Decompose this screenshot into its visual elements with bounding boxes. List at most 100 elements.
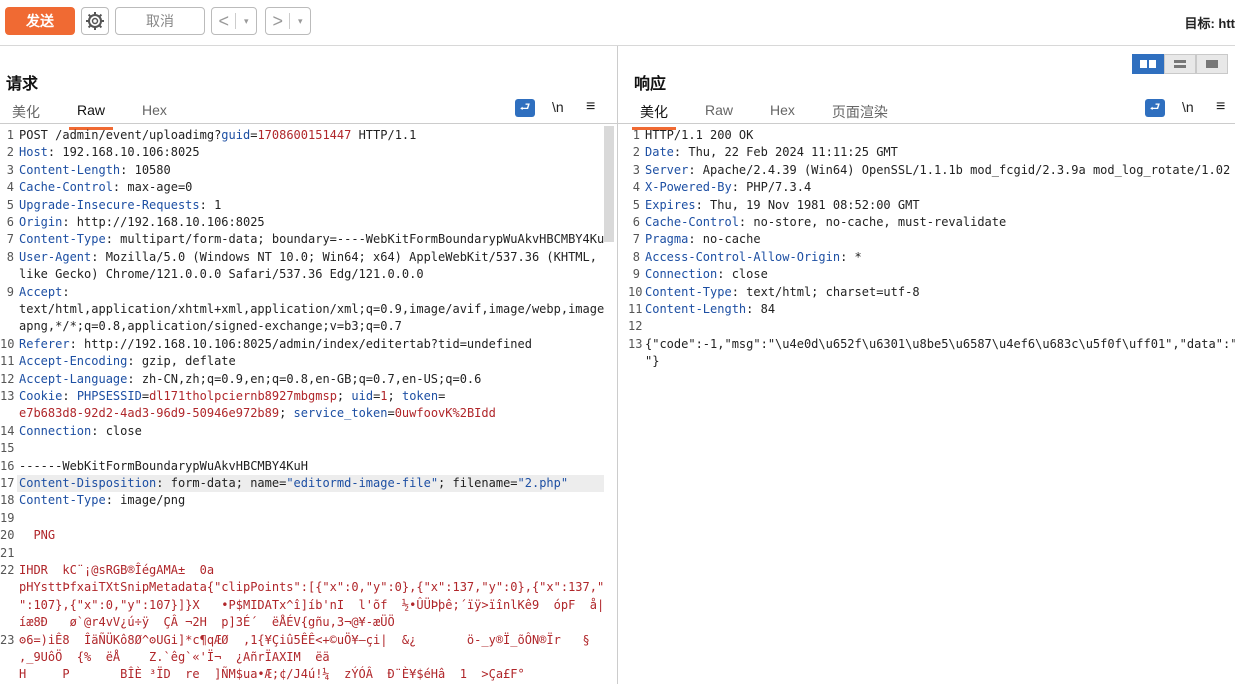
code-text: HTTP/1.1 bbox=[351, 128, 417, 142]
code-text: : text/html; charset=utf-8 bbox=[731, 284, 920, 299]
forward-arrow-icon[interactable]: > bbox=[266, 11, 289, 32]
code-line[interactable]: Content-Disposition: form-data; name="ed… bbox=[19, 475, 568, 492]
code-line[interactable]: User-Agent: Mozilla/5.0 (Windows NT 10.0… bbox=[19, 249, 597, 266]
code-line[interactable]: Upgrade-Insecure-Requests: 1 bbox=[19, 197, 221, 214]
code-line[interactable]: Content-Length: 84 bbox=[645, 301, 775, 318]
code-line[interactable]: HTTP/1.1 200 OK bbox=[645, 127, 753, 144]
layout-side-by-side-icon[interactable] bbox=[1132, 54, 1164, 74]
code-line[interactable]: ʘ6=)iÊ8 ÎäÑÜKô8Ø^ʘUGi]*c¶qÆØ ,1{¥Çiû5ÊÊ<… bbox=[19, 632, 590, 649]
code-line[interactable]: Content-Length: 10580 bbox=[19, 162, 171, 179]
request-wrap-icon[interactable]: ⮐ bbox=[515, 99, 535, 117]
code-text: : 1 bbox=[199, 197, 222, 212]
code-line[interactable]: {"code":-1,"msg":"\u4e0d\u652f\u6301\u8b… bbox=[645, 336, 1235, 353]
code-line[interactable]: text/html,application/xhtml+xml,applicat… bbox=[19, 301, 604, 318]
request-scrollbar[interactable] bbox=[604, 126, 614, 242]
code-text: : * bbox=[840, 249, 862, 264]
code-line[interactable]: Host: 192.168.10.106:8025 bbox=[19, 144, 200, 161]
back-dropdown-icon[interactable]: ▾ bbox=[236, 16, 256, 27]
header-name: Accept-Encoding bbox=[19, 354, 128, 369]
code-line[interactable]: ,_9UôÖ {% ëÅ Z.`êg`«'Ï¬ ¿AñrÏAXIM ëä bbox=[19, 649, 330, 666]
request-newline-icon[interactable]: \n bbox=[552, 99, 564, 115]
send-button[interactable]: 发送 bbox=[5, 7, 75, 35]
code-line[interactable]: Content-Type: image/png bbox=[19, 492, 185, 509]
code-line[interactable]: X-Powered-By: PHP/7.3.4 bbox=[645, 179, 811, 196]
code-line[interactable]: Referer: http://192.168.10.106:8025/admi… bbox=[19, 336, 532, 353]
code-line[interactable]: Date: Thu, 22 Feb 2024 11:11:25 GMT bbox=[645, 144, 898, 161]
code-text: ; filename= bbox=[438, 476, 518, 490]
code-text: : close bbox=[91, 423, 142, 438]
code-line[interactable]: POST /admin/event/uploadimg?guid=1708600… bbox=[19, 127, 416, 144]
line-number: 1 bbox=[632, 128, 640, 142]
target-label[interactable]: 目标: htt bbox=[1184, 13, 1235, 32]
line-number: 9 bbox=[632, 267, 640, 282]
code-line[interactable]: PNG bbox=[19, 527, 55, 544]
line-number: 6 bbox=[6, 215, 14, 229]
request-menu-icon[interactable]: ≡ bbox=[586, 98, 595, 116]
code-line[interactable]: Connection: close bbox=[645, 266, 768, 283]
code-line[interactable]: Content-Type: multipart/form-data; bound… bbox=[19, 231, 604, 248]
line-number: 13 bbox=[0, 389, 15, 403]
code-line[interactable]: ":107},{"x":0,"y":107}]}X •P$MIDATx^î]íb… bbox=[19, 597, 604, 614]
code-line[interactable]: like Gecko) Chrome/121.0.0.0 Safari/537.… bbox=[19, 266, 424, 283]
code-line[interactable]: Accept-Language: zh-CN,zh;q=0.9,en;q=0.8… bbox=[19, 371, 481, 388]
line-number: 18 bbox=[0, 493, 15, 508]
code-line[interactable]: H P BÎÈ ³ÏD re ]ÑM$ua•Æ;¢/J4ú!¼ zÝÓÂ Ð¨È… bbox=[19, 666, 525, 683]
response-editor[interactable]: 1 HTTP/1.1 200 OK 2 Date: Thu, 22 Feb 2024 … bbox=[628, 127, 1235, 684]
back-nav[interactable]: < ▾ bbox=[211, 7, 257, 35]
code-line[interactable]: Content-Type: text/html; charset=utf-8 bbox=[645, 284, 920, 301]
line-number: 15 bbox=[0, 441, 15, 456]
code-line[interactable]: Origin: http://192.168.10.106:8025 bbox=[19, 214, 265, 231]
line-number: 7 bbox=[6, 232, 14, 247]
code-line[interactable]: Cookie: PHPSESSID=dl171tholpciernb8927mb… bbox=[19, 388, 445, 405]
forward-dropdown-icon[interactable]: ▾ bbox=[290, 16, 310, 27]
code-line[interactable]: Accept-Encoding: gzip, deflate bbox=[19, 353, 236, 370]
code-line[interactable]: Accept: bbox=[19, 284, 70, 301]
code-line[interactable]: Access-Control-Allow-Origin: * bbox=[645, 249, 862, 266]
code-line[interactable]: pHYsttÞfxaiTXtSnipMetadata{"clipPoints":… bbox=[19, 579, 604, 596]
highlighted-value: 1708600151447 bbox=[257, 128, 352, 142]
layout-stacked-icon[interactable] bbox=[1164, 54, 1196, 74]
pane-divider[interactable] bbox=[617, 46, 618, 684]
code-line[interactable]: íæ8Ð ø`@r4vV¿ú÷ÿ ÇÂ ¬2H p]3É´ ëÅÉV{gñu,3… bbox=[19, 614, 395, 631]
code-line[interactable]: Connection: close bbox=[19, 423, 142, 440]
request-editor[interactable]: 1 POST /admin/event/uploadimg?guid=170860… bbox=[0, 127, 604, 684]
settings-gear-icon[interactable] bbox=[81, 7, 109, 35]
line-number: 11 bbox=[628, 302, 643, 316]
header-name: Cookie bbox=[19, 389, 63, 403]
code-text: : image/png bbox=[105, 493, 186, 508]
code-line[interactable]: Cache-Control: no-store, no-cache, must-… bbox=[645, 214, 1006, 231]
header-name: Upgrade-Insecure-Requests bbox=[19, 197, 200, 212]
code-text: : bbox=[62, 389, 77, 403]
line-number: 17 bbox=[0, 476, 15, 490]
highlighted-value: ʘ6=)iÊ8 ÎäÑÜKô8Ø^ʘUGi]*c¶qÆØ ,1{¥Çiû5ÊÊ<… bbox=[19, 632, 590, 647]
response-wrap-icon[interactable]: ⮐ bbox=[1145, 99, 1165, 117]
code-line[interactable]: Cache-Control: max-age=0 bbox=[19, 179, 192, 196]
code-text: : bbox=[62, 284, 70, 299]
code-line[interactable]: Pragma: no-cache bbox=[645, 231, 761, 248]
code-line[interactable]: e7b683d8-92d2-4ad3-96d9-50946e972b89; se… bbox=[19, 405, 496, 422]
code-text: : no-store, no-cache, must-revalidate bbox=[738, 215, 1007, 229]
code-line[interactable]: "} bbox=[645, 353, 659, 370]
code-line[interactable]: Expires: Thu, 19 Nov 1981 08:52:00 GMT bbox=[645, 197, 920, 214]
forward-nav[interactable]: > ▾ bbox=[265, 7, 311, 35]
code-line[interactable]: apng,*/*;q=0.8,application/signed-exchan… bbox=[19, 318, 402, 335]
highlighted-value: ,_9UôÖ {% ëÅ Z.`êg`«'Ï¬ ¿AñrÏAXIM ëä bbox=[19, 650, 330, 664]
header-name: Content-Disposition bbox=[19, 476, 157, 490]
code-line[interactable]: IHDR kC¨¡@sRGB®ÎégAMA± 0a bbox=[19, 562, 214, 579]
header-name: Expires bbox=[645, 197, 696, 212]
back-arrow-icon[interactable]: < bbox=[212, 11, 235, 32]
code-line[interactable]: ------WebKitFormBoundarypWuAkvHBCMBY4KuH bbox=[19, 458, 308, 475]
line-number: 5 bbox=[6, 197, 14, 212]
response-menu-icon[interactable]: ≡ bbox=[1216, 98, 1225, 116]
header-name: Origin bbox=[19, 215, 63, 229]
code-text: ------WebKitFormBoundarypWuAkvHBCMBY4KuH bbox=[19, 458, 308, 473]
code-text: : Thu, 22 Feb 2024 11:11:25 GMT bbox=[673, 145, 898, 160]
code-line[interactable]: Server: Apache/2.4.39 (Win64) OpenSSL/1.… bbox=[645, 162, 1230, 179]
code-text: : gzip, deflate bbox=[127, 354, 236, 369]
line-number: 12 bbox=[628, 319, 643, 334]
cancel-button[interactable]: 取消 bbox=[115, 7, 205, 35]
highlighted-value: ":107},{"x":0,"y":107}]}X •P$MIDATx^î]íb… bbox=[19, 597, 604, 612]
layout-tabs-icon[interactable] bbox=[1196, 54, 1228, 74]
response-newline-icon[interactable]: \n bbox=[1182, 99, 1194, 115]
header-name: Cache-Control bbox=[19, 180, 113, 195]
